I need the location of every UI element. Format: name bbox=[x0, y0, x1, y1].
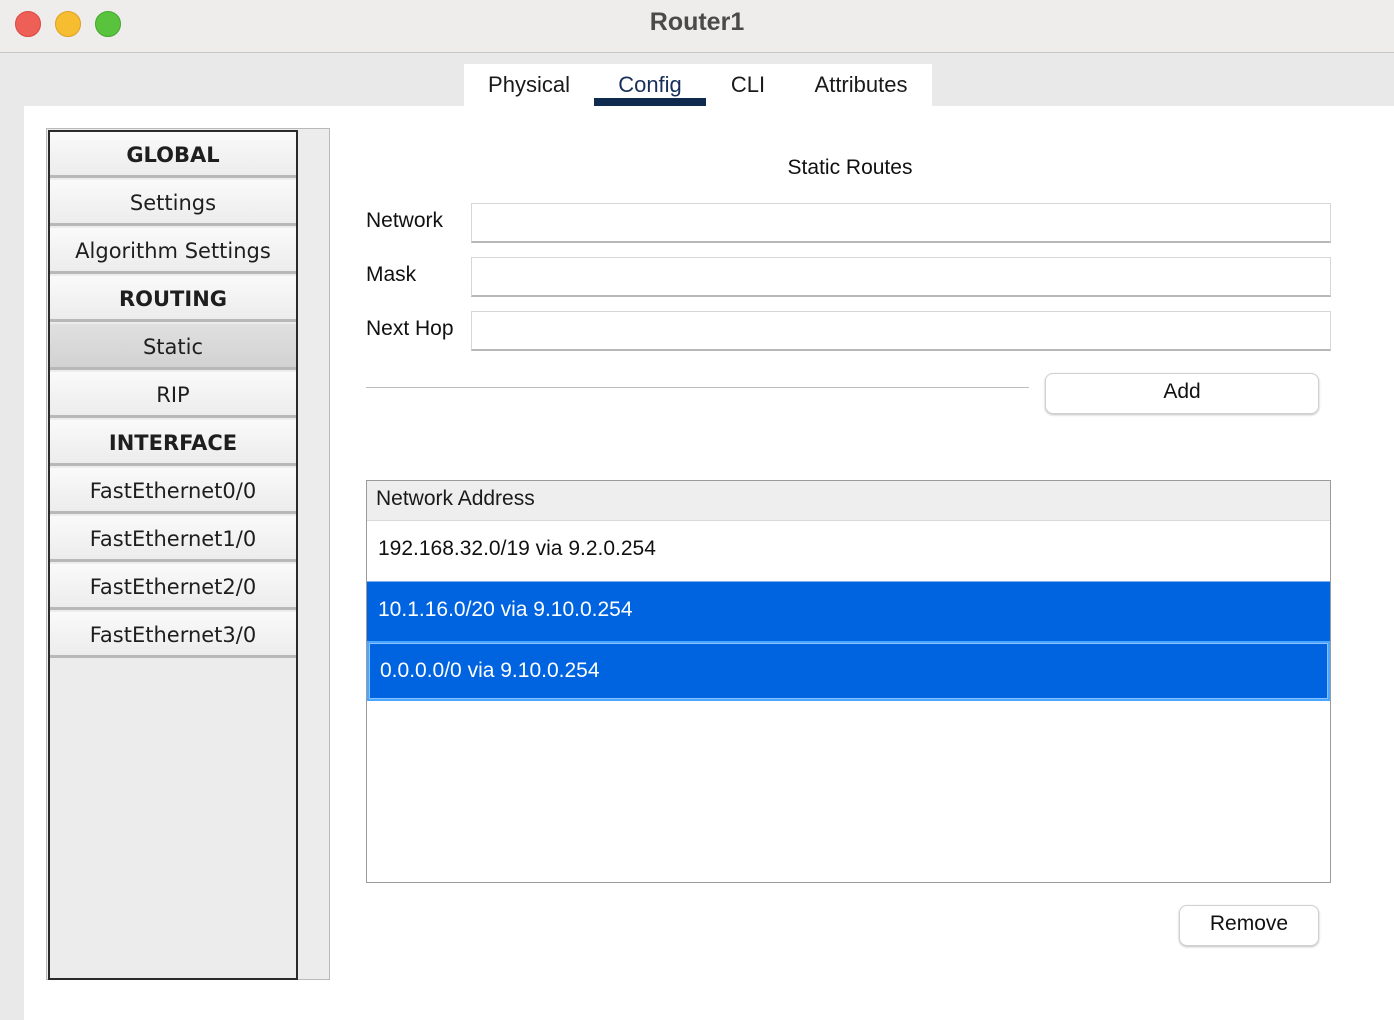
sidebar-item-fastethernet0-0[interactable]: FastEthernet0/0 bbox=[50, 468, 296, 514]
next-hop-label: Next Hop bbox=[366, 317, 454, 340]
remove-button[interactable]: Remove bbox=[1179, 905, 1319, 946]
tab-config[interactable]: Config bbox=[594, 64, 706, 106]
sidebar-item-rip[interactable]: RIP bbox=[50, 372, 296, 418]
tab-cli[interactable]: CLI bbox=[706, 64, 790, 106]
sidebar-item-fastethernet3-0[interactable]: FastEthernet3/0 bbox=[50, 612, 296, 658]
sidebar: GLOBAL Settings Algorithm Settings ROUTI… bbox=[48, 130, 298, 980]
sidebar-header-routing: ROUTING bbox=[50, 276, 296, 322]
section-title: Static Routes bbox=[787, 156, 913, 179]
tab-physical[interactable]: Physical bbox=[464, 64, 594, 106]
sidebar-item-fastethernet2-0[interactable]: FastEthernet2/0 bbox=[50, 564, 296, 610]
sidebar-item-algorithm-settings[interactable]: Algorithm Settings bbox=[50, 228, 296, 274]
table-row[interactable]: 0.0.0.0/0 via 9.10.0.254 bbox=[367, 641, 1330, 701]
table-row[interactable]: 192.168.32.0/19 via 9.2.0.254 bbox=[367, 521, 1330, 581]
sidebar-item-settings[interactable]: Settings bbox=[50, 180, 296, 226]
title-bar: Router1 bbox=[0, 0, 1394, 53]
next-hop-input[interactable] bbox=[471, 311, 1331, 351]
window-title: Router1 bbox=[649, 8, 745, 36]
add-button[interactable]: Add bbox=[1045, 373, 1319, 414]
mask-input[interactable] bbox=[471, 257, 1331, 297]
table-row[interactable]: 10.1.16.0/20 via 9.10.0.254 bbox=[367, 581, 1330, 641]
sidebar-item-fastethernet1-0[interactable]: FastEthernet1/0 bbox=[50, 516, 296, 562]
sidebar-header-interface: INTERFACE bbox=[50, 420, 296, 466]
separator bbox=[366, 387, 1029, 388]
sidebar-item-static[interactable]: Static bbox=[50, 324, 296, 370]
tab-attributes[interactable]: Attributes bbox=[790, 64, 932, 106]
network-label: Network bbox=[366, 209, 444, 232]
sidebar-header-global: GLOBAL bbox=[50, 132, 296, 178]
network-input[interactable] bbox=[471, 203, 1331, 243]
tab-bar: Physical Config CLI Attributes bbox=[464, 64, 932, 106]
mask-label: Mask bbox=[366, 263, 417, 286]
table-header-network-address: Network Address bbox=[367, 481, 1330, 521]
routes-table: Network Address 192.168.32.0/19 via 9.2.… bbox=[366, 480, 1331, 883]
